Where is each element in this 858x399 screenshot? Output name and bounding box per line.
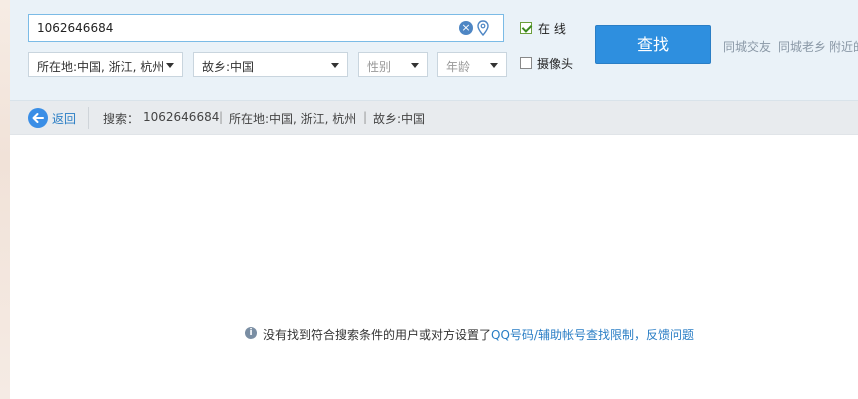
- breadcrumb-separator: |: [363, 110, 368, 124]
- breadcrumb: 返回 搜索： 1062646684 | 所在地:中国, 浙江, 杭州 | 故乡:…: [10, 101, 858, 135]
- chevron-down-icon: [490, 63, 498, 68]
- find-button[interactable]: 查找: [595, 25, 711, 64]
- breadcrumb-separator: |: [219, 110, 224, 124]
- hometown-dropdown[interactable]: 故乡:中国: [193, 52, 348, 77]
- gender-dropdown[interactable]: 性别: [358, 52, 428, 77]
- chevron-down-icon: [331, 63, 339, 68]
- chevron-down-icon: [411, 63, 419, 68]
- no-result-message: 没有找到符合搜索条件的用户或对方设置了QQ号码/辅助帐号查找限制，反馈问题: [263, 326, 694, 343]
- left-decoration: [0, 0, 10, 399]
- breadcrumb-query: 1062646684: [143, 110, 220, 124]
- clear-icon[interactable]: ×: [459, 21, 473, 35]
- info-icon: i: [245, 327, 257, 339]
- age-dropdown[interactable]: 年龄: [437, 52, 507, 77]
- divider: [88, 107, 89, 129]
- gender-dropdown-placeholder: 性别: [367, 60, 392, 74]
- location-pin-icon[interactable]: [477, 20, 489, 36]
- age-dropdown-placeholder: 年龄: [446, 60, 471, 74]
- online-checkbox[interactable]: [520, 22, 532, 34]
- quick-link-nearby[interactable]: 附近的: [829, 38, 858, 55]
- quick-link-hometown[interactable]: 同城老乡: [778, 38, 826, 55]
- no-result-text: 没有找到符合搜索条件的用户或对方设置了: [263, 328, 492, 342]
- search-input-value[interactable]: 1062646684: [37, 21, 113, 35]
- camera-checkbox-label[interactable]: 摄像头: [537, 55, 573, 72]
- message-comma: ，: [633, 328, 646, 342]
- breadcrumb-search-label: 搜索：: [103, 112, 140, 126]
- location-dropdown-value: 所在地:中国, 浙江, 杭州: [37, 60, 165, 74]
- location-dropdown[interactable]: 所在地:中国, 浙江, 杭州: [28, 52, 183, 77]
- feedback-link[interactable]: 反馈问题: [646, 328, 694, 342]
- online-checkbox-label[interactable]: 在 线: [538, 20, 566, 37]
- breadcrumb-hometown: 故乡:中国: [373, 112, 426, 126]
- chevron-down-icon: [166, 63, 174, 68]
- search-input[interactable]: 1062646684 ×: [28, 14, 504, 42]
- camera-checkbox[interactable]: [520, 57, 532, 69]
- search-restriction-link[interactable]: QQ号码/辅助帐号查找限制: [491, 328, 634, 342]
- back-button[interactable]: 返回: [52, 110, 76, 127]
- hometown-dropdown-value: 故乡:中国: [202, 60, 255, 74]
- back-arrow-icon[interactable]: [28, 108, 48, 128]
- quick-link-same-city[interactable]: 同城交友: [723, 38, 771, 55]
- breadcrumb-location: 所在地:中国, 浙江, 杭州: [229, 112, 357, 126]
